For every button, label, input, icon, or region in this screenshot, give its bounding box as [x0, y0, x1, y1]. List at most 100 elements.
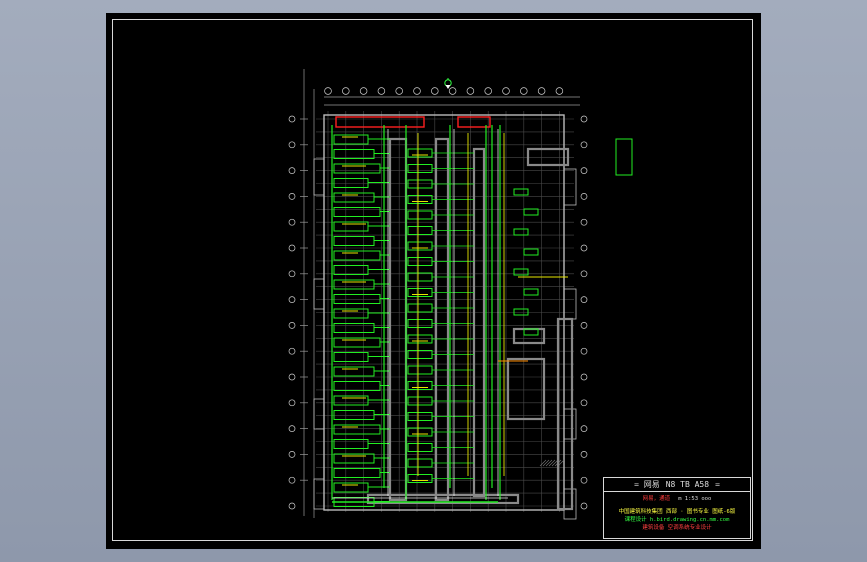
tb-header-right: =: [715, 480, 720, 489]
axis-bubble: [324, 87, 332, 95]
wall-hatch: [542, 459, 550, 467]
fan-coil-branch: [333, 424, 381, 435]
fan-coil-branch: [333, 468, 381, 478]
axis-bubble: [288, 322, 296, 329]
fan-coil-branch: [333, 265, 369, 275]
axis-bubble: [520, 87, 528, 95]
fan-coil-branch: [333, 453, 375, 464]
axis-bubble: [377, 87, 386, 95]
axis-bubble: [288, 296, 296, 303]
axis-bubble: [288, 502, 296, 510]
fan-coil-branch: [333, 410, 375, 420]
axis-bubble: [555, 87, 564, 95]
hvac-floor-plan: [288, 69, 633, 520]
fan-coil-branch: [407, 458, 433, 468]
tb-header-mid: N8 TB A58: [665, 480, 710, 489]
axis-bubble: [580, 115, 588, 123]
fan-coil-branch: [333, 236, 375, 246]
fan-coil-branch: [333, 439, 369, 449]
fan-coil-branch: [523, 288, 539, 296]
axis-bubble: [413, 87, 421, 95]
north-arrow-icon: [444, 78, 452, 89]
fan-coil-branch: [513, 228, 529, 236]
axis-bubble: [448, 87, 457, 95]
axis-bubble: [288, 425, 296, 432]
air-duct: [472, 147, 486, 498]
wall-hatch: [545, 459, 553, 467]
tb-school: 建筑设备 空调系统专业设计: [642, 525, 712, 531]
fan-coil-branch: [407, 288, 433, 297]
tb-project: 中国建筑科技集团 西部 · 图书专业 图纸-6版: [618, 509, 736, 515]
axis-bubble: [288, 193, 296, 200]
stair-shaft: [313, 478, 325, 510]
axis-bubble: [580, 244, 588, 252]
stair-shaft: [563, 408, 577, 440]
fan-coil-branch: [407, 396, 433, 406]
air-duct: [512, 327, 546, 345]
fan-coil-branch: [333, 366, 375, 377]
fan-coil-branch: [513, 308, 529, 316]
drawing-sheet: = 网易 N8 TB A58 = 网易，通道 m 1:53 ooo 中国建筑科技…: [106, 13, 761, 549]
fan-coil-branch: [407, 427, 433, 437]
fan-coil-branch: [407, 381, 433, 390]
air-duct: [388, 137, 408, 502]
fan-coil-branch: [407, 443, 433, 452]
axis-bubble: [580, 476, 588, 484]
wall-hatch: [539, 459, 547, 467]
fan-coil-branch: [407, 272, 433, 282]
fan-coil-branch: [407, 303, 433, 313]
fan-coil-branch: [333, 381, 381, 391]
axis-bubble: [466, 87, 475, 95]
stair-shaft: [313, 398, 325, 430]
axis-bubble: [288, 115, 296, 123]
fan-coil-branch: [407, 241, 433, 251]
axis-bubble: [288, 141, 296, 149]
axis-bubble: [342, 87, 350, 95]
stair-shaft: [313, 278, 325, 310]
supply-header: [457, 116, 491, 128]
axis-bubble: [580, 425, 588, 432]
tb-drawing-name: 网易，通道: [642, 496, 671, 502]
fan-coil-branch: [407, 319, 433, 328]
fan-coil-branch: [333, 352, 369, 362]
air-duct: [434, 137, 450, 502]
fan-coil-branch: [407, 334, 433, 344]
fan-coil-branch: [333, 207, 381, 217]
axis-bubble: [580, 141, 588, 149]
axis-bubble: [580, 167, 588, 174]
fan-coil-branch: [523, 248, 539, 256]
axis-bubble: [288, 244, 296, 252]
axis-bubble: [580, 218, 588, 226]
stair-shaft: [563, 168, 577, 206]
wall-hatch: [548, 459, 556, 467]
axis-bubble: [288, 399, 296, 407]
fan-coil-branch: [407, 365, 433, 375]
fan-coil-branch: [333, 163, 381, 174]
axis-bubble: [580, 296, 588, 303]
axis-bubble: [537, 87, 546, 95]
fan-coil-branch: [333, 178, 369, 188]
fan-coil-branch: [407, 474, 433, 483]
fan-coil-branch: [333, 308, 369, 319]
fan-coil-branch: [407, 148, 433, 158]
fan-coil-branch: [333, 134, 369, 145]
axis-bubble: [288, 270, 296, 278]
equipment: [615, 138, 633, 176]
tb-designer: 课程设计 h.bird.drawing.cn.mm.com: [624, 517, 730, 523]
axis-bubble: [288, 476, 296, 484]
fan-coil-branch: [333, 395, 369, 406]
fan-coil-branch: [333, 192, 375, 203]
fan-coil-branch: [407, 412, 433, 421]
axis-bubble: [288, 167, 296, 174]
axis-bubble: [395, 87, 403, 95]
air-duct: [526, 147, 570, 167]
stair-shaft: [563, 488, 577, 520]
fan-coil-branch: [407, 257, 433, 266]
axis-bubble: [580, 270, 588, 278]
fan-coil-branch: [407, 164, 433, 173]
fan-coil-branch: [333, 279, 375, 290]
fan-coil-branch: [333, 323, 375, 333]
fan-coil-branch: [407, 210, 433, 220]
axis-bubble: [580, 502, 588, 510]
fan-coil-branch: [333, 294, 381, 304]
